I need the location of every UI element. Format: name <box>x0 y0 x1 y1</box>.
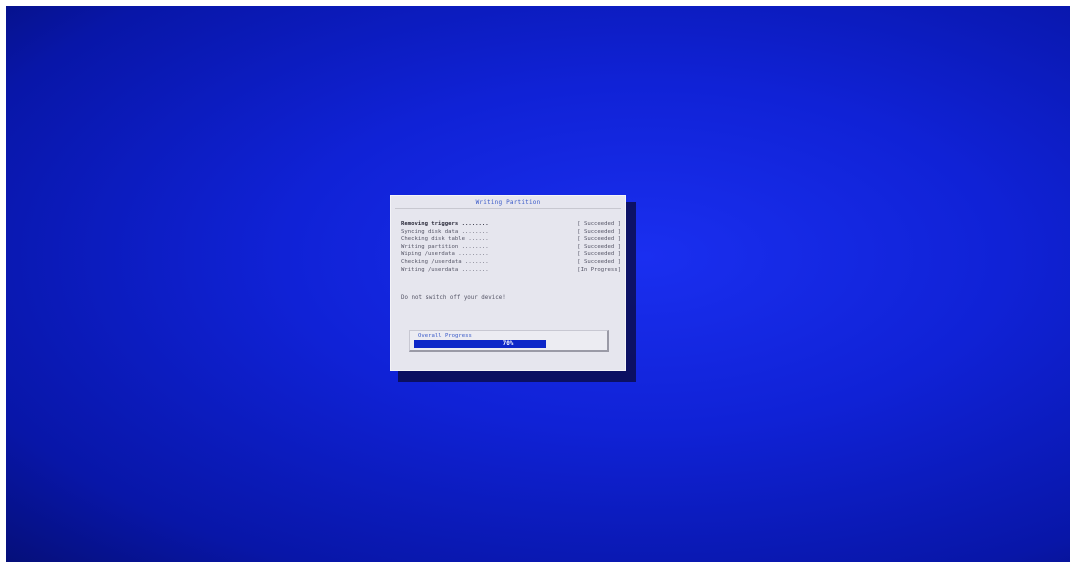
step-name: Syncing disk data ........ <box>401 228 489 235</box>
step-name: Writing partition ........ <box>401 243 489 250</box>
step-row: Writing /userdata ........ [In Progress] <box>401 267 621 275</box>
progress-track: 70% <box>414 340 602 348</box>
step-row: Checking disk table ...... [ Succeeded ] <box>401 236 621 244</box>
step-row: Removing triggers ........ [ Succeeded ] <box>401 221 621 229</box>
step-name: Writing /userdata ........ <box>401 266 489 273</box>
warning-message: Do not switch off your device! <box>401 295 506 301</box>
step-row: Writing partition ........ [ Succeeded ] <box>401 244 621 252</box>
step-status: [ Succeeded ] <box>577 258 621 265</box>
dialog-title: Writing Partition <box>475 199 541 206</box>
step-list: Removing triggers ........ [ Succeeded ]… <box>401 221 621 274</box>
writing-partition-dialog: Writing Partition Removing triggers ....… <box>390 195 626 371</box>
step-status: [In Progress] <box>577 266 621 273</box>
step-name: Checking /userdata ....... <box>401 258 489 265</box>
step-row: Checking /userdata ....... [ Succeeded ] <box>401 259 621 267</box>
screen-background: Writing Partition Removing triggers ....… <box>6 6 1070 562</box>
step-status: [ Succeeded ] <box>577 236 621 243</box>
step-status: [ Succeeded ] <box>577 221 621 227</box>
step-row: Wiping /userdata ......... [ Succeeded ] <box>401 251 621 259</box>
step-status: [ Succeeded ] <box>577 243 621 250</box>
progress-percent: 70% <box>502 340 514 347</box>
step-status: [ Succeeded ] <box>577 251 621 258</box>
progress-label: Overall Progress <box>418 333 472 339</box>
step-name: Wiping /userdata ......... <box>401 251 489 258</box>
step-name: Removing triggers ........ <box>401 221 489 227</box>
step-status: [ Succeeded ] <box>577 228 621 235</box>
overall-progress-panel: Overall Progress 70% <box>409 330 609 352</box>
step-name: Checking disk table ...... <box>401 236 489 243</box>
step-row: Syncing disk data ........ [ Succeeded ] <box>401 229 621 237</box>
